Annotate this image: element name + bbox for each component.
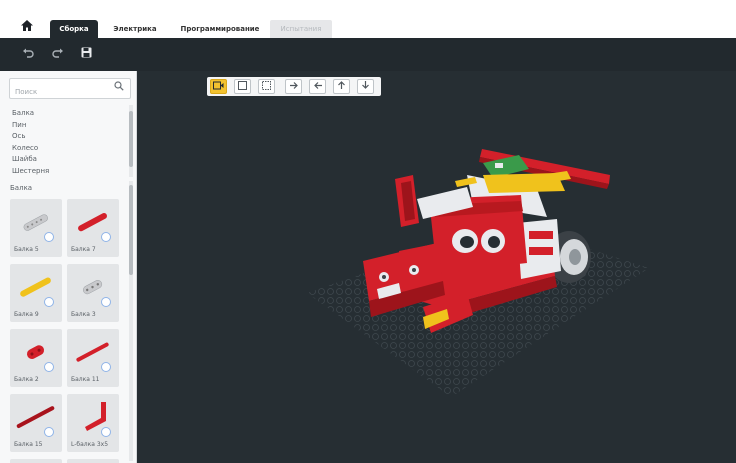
arrow-down-icon[interactable] — [357, 79, 374, 94]
search-icon-glyph — [114, 81, 124, 91]
category-item[interactable]: Пин — [12, 120, 122, 132]
dashed-select-icon[interactable] — [258, 79, 275, 94]
home-icon-glyph — [21, 20, 33, 31]
part-label: Балка 9 — [14, 311, 39, 318]
info-badge-icon[interactable] — [101, 427, 111, 437]
app-window: Сборка Электрика Программирование Испыта… — [0, 0, 736, 463]
l-beam-3x5-thumbnail — [85, 402, 106, 431]
part-label: Балка 3 — [71, 311, 96, 318]
arrow-right-icon-glyph — [289, 82, 298, 89]
arrow-down-icon-glyph — [362, 81, 369, 89]
category-scrollbar[interactable] — [129, 105, 133, 177]
part-label: L-балка 3x5 — [71, 441, 109, 448]
square-select-icon-glyph — [238, 81, 247, 90]
tab-electrics[interactable]: Электрика — [105, 20, 165, 38]
info-badge-icon[interactable] — [101, 232, 111, 242]
part-card[interactable] — [10, 459, 62, 463]
dashed-select-icon-glyph — [262, 81, 271, 90]
info-badge-icon[interactable] — [101, 297, 111, 307]
undo-icon-glyph — [23, 48, 34, 58]
search-input[interactable] — [10, 82, 107, 102]
tab-assembly[interactable]: Сборка — [50, 20, 98, 38]
beam-3-thumbnail — [82, 280, 103, 295]
part-card[interactable]: Балка 11 — [67, 329, 119, 387]
3d-viewport[interactable] — [137, 71, 736, 463]
category-list: Балка Пин Ось Колесо Шайба Шестерня — [12, 108, 122, 177]
part-card[interactable]: Балка 5 — [10, 199, 62, 257]
save-icon[interactable] — [79, 47, 93, 61]
beam-7-thumbnail — [78, 213, 108, 232]
3d-scene[interactable] — [137, 71, 736, 463]
save-icon-glyph — [81, 47, 91, 58]
category-scroll-thumb[interactable] — [129, 111, 133, 167]
info-badge-icon[interactable] — [44, 427, 54, 437]
arrow-up-icon[interactable] — [333, 79, 350, 94]
part-card[interactable]: Балка 2 — [10, 329, 62, 387]
beam-5-thumbnail — [23, 214, 48, 231]
info-badge-icon[interactable] — [101, 362, 111, 372]
part-label: Балка 5 — [14, 246, 39, 253]
parts-panel: Балка Пин Ось Колесо Шайба Шестерня Балк… — [0, 71, 137, 463]
tab-bar: Сборка Электрика Программирование Испыта… — [0, 0, 736, 38]
part-label: Балка 7 — [71, 246, 96, 253]
category-item[interactable]: Балка — [12, 108, 122, 120]
part-card[interactable]: Балка 9 — [10, 264, 62, 322]
beam-15-thumbnail — [16, 406, 55, 429]
arrow-left-icon-glyph — [313, 82, 322, 89]
search-box — [9, 78, 131, 102]
part-card[interactable]: Балка 3 — [67, 264, 119, 322]
arrow-left-icon[interactable] — [309, 79, 326, 94]
square-select-icon[interactable] — [234, 79, 251, 94]
category-item[interactable]: Колесо — [12, 143, 122, 155]
camera-icon[interactable] — [210, 79, 227, 94]
redo-icon[interactable] — [51, 47, 65, 61]
part-label: Балка 15 — [14, 441, 43, 448]
beam-11-thumbnail — [76, 342, 109, 362]
redo-icon-glyph — [52, 48, 63, 58]
parts-scrollbar[interactable] — [129, 181, 133, 461]
tab-testing: Испытания — [270, 20, 332, 38]
main-toolbar — [0, 38, 736, 71]
part-card[interactable]: Балка 15 — [10, 394, 62, 452]
view-toolbar — [207, 77, 381, 96]
beam-2-thumbnail — [26, 345, 45, 359]
parts-grid-title: Балка — [10, 184, 33, 192]
info-badge-icon[interactable] — [44, 232, 54, 242]
camera-icon-glyph — [213, 81, 224, 90]
part-card[interactable]: Балка 7 — [67, 199, 119, 257]
home-icon[interactable] — [18, 19, 36, 35]
info-badge-icon[interactable] — [44, 297, 54, 307]
search-icon[interactable] — [112, 81, 126, 95]
parts-scroll-thumb[interactable] — [129, 185, 133, 275]
part-label: Балка 11 — [71, 376, 100, 383]
arrow-right-icon[interactable] — [285, 79, 302, 94]
part-card[interactable]: L-балка 3x5 — [67, 394, 119, 452]
info-badge-icon[interactable] — [44, 362, 54, 372]
undo-icon[interactable] — [21, 47, 35, 61]
arrow-up-icon-glyph — [338, 81, 345, 89]
category-item[interactable]: Шестерня — [12, 166, 122, 178]
category-item[interactable]: Шайба — [12, 154, 122, 166]
category-item[interactable]: Ось — [12, 131, 122, 143]
beam-9-thumbnail — [20, 277, 51, 297]
tab-programming[interactable]: Программирование — [173, 20, 267, 38]
part-label: Балка 2 — [14, 376, 39, 383]
part-card[interactable] — [67, 459, 119, 463]
